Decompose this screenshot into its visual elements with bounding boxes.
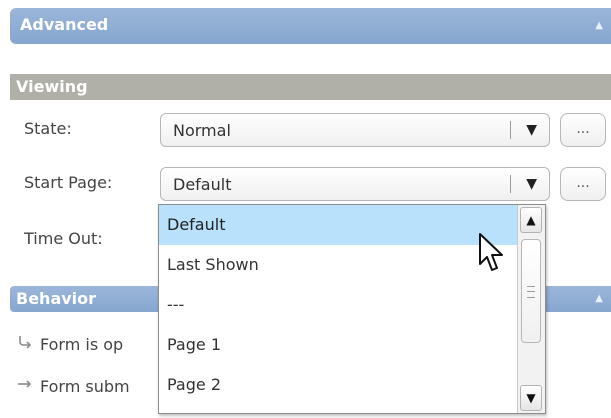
scroll-up-icon[interactable]: ▲	[520, 207, 542, 233]
dropdown-option-default[interactable]: Default	[159, 205, 517, 245]
dropdown-option-last-shown[interactable]: Last Shown	[159, 245, 517, 285]
start-page-combo-value: Default	[173, 175, 232, 194]
dropdown-scrollbar[interactable]: ▲ ▼	[517, 205, 545, 413]
state-combo-value: Normal	[173, 121, 231, 140]
grip-icon	[527, 286, 535, 298]
advanced-header-title: Advanced	[20, 15, 109, 34]
behavior-item-text: Form subm	[40, 377, 130, 396]
state-label: State:	[24, 119, 72, 138]
dropdown-options: Default Last Shown --- Page 1 Page 2	[159, 205, 517, 413]
state-combo[interactable]: Normal ▼	[160, 113, 550, 147]
behavior-section-title: Behavior	[16, 289, 97, 308]
mouse-cursor-icon	[479, 233, 503, 271]
scroll-down-icon[interactable]: ▼	[520, 385, 542, 411]
combo-separator	[510, 121, 511, 139]
behavior-item-form-open[interactable]: Form is op	[16, 334, 123, 354]
viewing-section-title: Viewing	[16, 77, 88, 96]
dropdown-option-page-2[interactable]: Page 2	[159, 365, 517, 405]
arrow-right-icon	[16, 376, 34, 396]
chevron-down-icon[interactable]: ▼	[526, 122, 537, 138]
collapse-up-icon[interactable]: ▲	[595, 20, 603, 31]
start-page-combo[interactable]: Default ▼	[160, 167, 550, 201]
start-page-ellipsis-button[interactable]: ...	[560, 167, 606, 201]
collapse-up-icon[interactable]: ▲	[595, 293, 603, 304]
start-page-label: Start Page:	[24, 173, 113, 192]
behavior-item-form-submit[interactable]: Form subm	[16, 376, 130, 396]
behavior-item-text: Form is op	[40, 335, 124, 354]
chevron-down-icon[interactable]: ▼	[526, 176, 537, 192]
form-open-icon	[16, 334, 34, 354]
combo-separator	[510, 175, 511, 193]
scroll-thumb[interactable]	[521, 239, 541, 343]
advanced-panel-header[interactable]: Advanced ▲	[10, 8, 611, 44]
properties-panel: Advanced ▲ Viewing State: Normal ▼ ... S…	[0, 0, 611, 418]
state-ellipsis-button[interactable]: ...	[560, 113, 606, 147]
time-out-label: Time Out:	[24, 229, 103, 248]
dropdown-option-separator[interactable]: ---	[159, 285, 517, 325]
dropdown-option-page-1[interactable]: Page 1	[159, 325, 517, 365]
viewing-section-header: Viewing	[10, 74, 611, 100]
